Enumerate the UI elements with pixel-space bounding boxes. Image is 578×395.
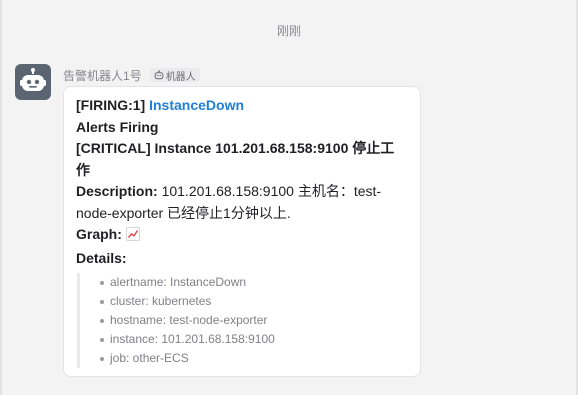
list-item: job: other-ECS <box>100 349 408 368</box>
firing-prefix: [FIRING:1] <box>76 97 146 113</box>
description-label: Description: <box>76 183 158 199</box>
graph-label: Graph: <box>76 226 122 242</box>
critical-line: [CRITICAL] Instance 101.201.68.158:9100 … <box>76 140 395 178</box>
left-border <box>0 0 2 395</box>
bot-badge: 机器人 <box>149 68 200 83</box>
description-line: Description: 101.201.68.158:9100 主机名：tes… <box>76 181 408 224</box>
graph-line: Graph: <box>76 224 408 248</box>
list-item: alertname: InstanceDown <box>100 273 408 292</box>
alerts-heading: Alerts Firing <box>76 118 159 135</box>
robot-small-icon <box>154 70 163 80</box>
bot-badge-label: 机器人 <box>165 71 196 83</box>
list-item: instance: 101.201.68.158:9100 <box>100 330 408 349</box>
chart-icon[interactable] <box>125 226 140 248</box>
message-timestamp: 刚刚 <box>276 24 301 38</box>
firing-line: [FIRING:1] InstanceDown <box>76 95 408 117</box>
list-item: cluster: kubernetes <box>100 292 408 311</box>
alert-name-link[interactable]: InstanceDown <box>149 97 244 113</box>
robot-icon[interactable] <box>15 64 51 100</box>
details-label: Details: <box>76 249 127 266</box>
list-item: hostname: test-node-exporter <box>100 311 408 330</box>
sender-name[interactable]: 告警机器人1号 <box>63 67 142 84</box>
message-sender: 告警机器人1号 机器人 <box>63 67 200 83</box>
chat-window: 刚刚 告警机器人1号 机器人 [FIRING:1] InstanceDown A… <box>0 0 578 395</box>
details-list: alertname: InstanceDown cluster: kuberne… <box>77 273 408 368</box>
message-bubble[interactable]: [FIRING:1] InstanceDown Alerts Firing [C… <box>63 86 421 377</box>
